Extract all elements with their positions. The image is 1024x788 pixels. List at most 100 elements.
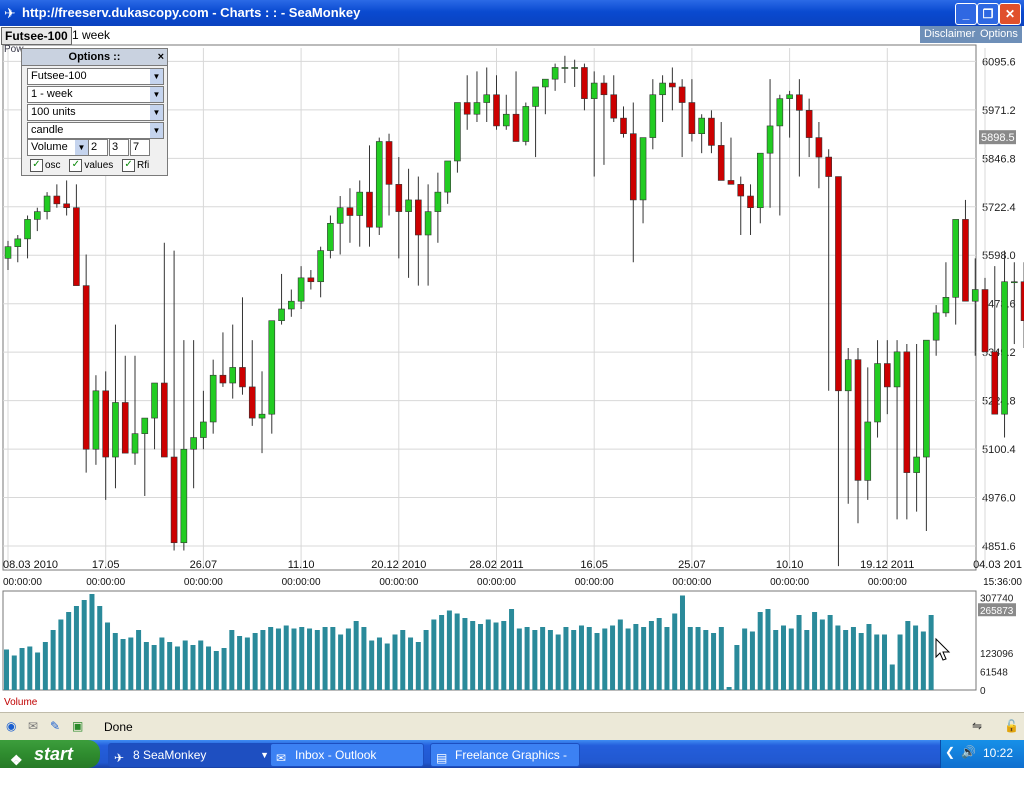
volume-bar	[338, 634, 344, 690]
volume-bar	[35, 652, 41, 690]
time-tick-label: 00:00:00	[282, 577, 321, 588]
candle-up	[434, 191, 442, 212]
volume-bar	[361, 627, 367, 690]
chart-style-value: candle	[31, 124, 64, 136]
taskbar-item-outlook[interactable]: ✉ Inbox - Outlook Express	[270, 743, 424, 784]
units-select[interactable]: 100 units ▼	[27, 104, 164, 121]
options-close-icon[interactable]: ×	[158, 49, 164, 65]
y-tick-label: 6095.6	[982, 56, 1016, 68]
volume-bar	[392, 634, 398, 690]
param1-input[interactable]: 2	[88, 139, 108, 156]
candle-down	[688, 102, 696, 135]
y-tick-label: 5100.4	[982, 444, 1016, 456]
taskbar-item-seamonkey[interactable]: ✈ 8 SeaMonkey ▼	[108, 743, 276, 767]
symbol-label[interactable]: Futsee-100	[1, 27, 72, 45]
last-value-label: 5898.5	[981, 132, 1015, 144]
osc-checkbox[interactable]: ✓	[30, 159, 43, 172]
volume-y-tick-label: 0	[980, 686, 986, 694]
volume-bar	[781, 625, 786, 690]
disclaimer-button[interactable]: Disclaimer	[920, 26, 980, 43]
candle-down	[854, 359, 862, 481]
candle-up	[24, 219, 31, 240]
addressbook-icon[interactable]: ▣	[72, 719, 88, 733]
volume-bar	[299, 627, 305, 690]
candle-down	[463, 102, 471, 115]
rfi-checkbox[interactable]: ✓	[122, 159, 136, 172]
period-select[interactable]: 1 - week ▼	[27, 86, 164, 103]
close-button[interactable]: ✕	[999, 3, 1021, 25]
volume-bar	[835, 625, 841, 690]
chevron-down-icon: ▼	[150, 87, 163, 102]
y-tick-label: 4976.0	[982, 493, 1016, 505]
tray-expand-icon[interactable]: ❮	[945, 745, 955, 759]
volume-bar	[330, 627, 336, 690]
volume-bar	[540, 627, 546, 690]
volume-bar	[516, 628, 522, 690]
candle-down	[366, 191, 373, 228]
volume-bar	[819, 619, 825, 690]
x-tick-label: 19.12 2011	[860, 559, 914, 571]
time-tick-label: 00:00:00	[86, 577, 125, 588]
chevron-down-icon: ▼	[150, 105, 163, 120]
volume-bar	[27, 646, 33, 690]
volume-bar	[524, 627, 530, 690]
candle-down	[307, 277, 315, 283]
volume-bar	[625, 628, 631, 690]
candle-up	[542, 78, 549, 88]
navigator-icon[interactable]: ◉	[6, 719, 22, 733]
candle-up	[151, 382, 158, 419]
x-tick-label: 28.02 2011	[469, 559, 523, 571]
candle-down	[346, 207, 354, 216]
volume-bar	[439, 615, 445, 690]
maximize-button[interactable]: ❐	[977, 3, 999, 25]
instrument-select[interactable]: Futsee-100 ▼	[27, 68, 164, 85]
volume-bar	[633, 624, 639, 690]
volume-bar	[788, 628, 794, 690]
title-bar: ✈ http://freeserv.dukascopy.com - Charts…	[0, 0, 1024, 26]
time-tick-label: 00:00:00	[770, 577, 809, 588]
y-tick-label: 5722.4	[982, 202, 1016, 214]
candle-up	[483, 94, 491, 103]
system-tray: ❮ 🔊 10:22	[940, 740, 1024, 768]
status-text: Done	[104, 720, 133, 734]
candle-up	[190, 437, 197, 450]
candle-down	[835, 176, 842, 392]
candle-down	[239, 367, 246, 388]
options-button[interactable]: Options	[976, 26, 1022, 43]
volume-chart[interactable]: 307740265873 123096 61548 0	[0, 589, 1024, 694]
values-checkbox[interactable]: ✓	[69, 159, 83, 172]
candle-down	[883, 363, 891, 388]
options-panel-header[interactable]: Options :: ×	[22, 49, 167, 66]
x-tick-label: 04.03 201	[973, 559, 1022, 571]
volume-bar	[866, 624, 872, 690]
param2-input[interactable]: 3	[109, 139, 129, 156]
volume-icon[interactable]: 🔊	[961, 745, 976, 759]
volume-bar	[610, 625, 616, 690]
volume-bar	[796, 615, 802, 690]
volume-bar	[345, 628, 351, 690]
chart-style-select[interactable]: candle ▼	[27, 122, 164, 139]
volume-bar	[477, 624, 483, 690]
volume-indicator-label: Volume	[4, 697, 38, 708]
taskbar-item-freelance[interactable]: ▤ Freelance Graphics - ...	[430, 743, 580, 784]
volume-bar	[749, 631, 755, 690]
minimize-button[interactable]: _	[955, 3, 977, 25]
x-tick-label: 25.07	[678, 559, 706, 571]
candle-up	[502, 113, 510, 127]
volume-bar	[672, 613, 678, 690]
start-button[interactable]: ❖ start	[0, 740, 100, 768]
mail-icon[interactable]: ✉	[28, 719, 44, 733]
period-label: 1 week	[72, 28, 111, 42]
candle-down	[981, 289, 989, 353]
online-status-icon[interactable]: ⇋	[972, 719, 988, 733]
volume-bar	[765, 609, 771, 690]
volume-bar	[617, 619, 623, 690]
volume-bar	[369, 640, 375, 690]
candle-up	[278, 308, 285, 321]
candle-up	[571, 67, 578, 69]
param3-input[interactable]: 7	[130, 139, 150, 156]
indicator-select[interactable]: Volume ▼	[27, 139, 89, 156]
composer-icon[interactable]: ✎	[50, 719, 66, 733]
candle-up	[766, 125, 774, 154]
candle-up	[874, 363, 881, 423]
